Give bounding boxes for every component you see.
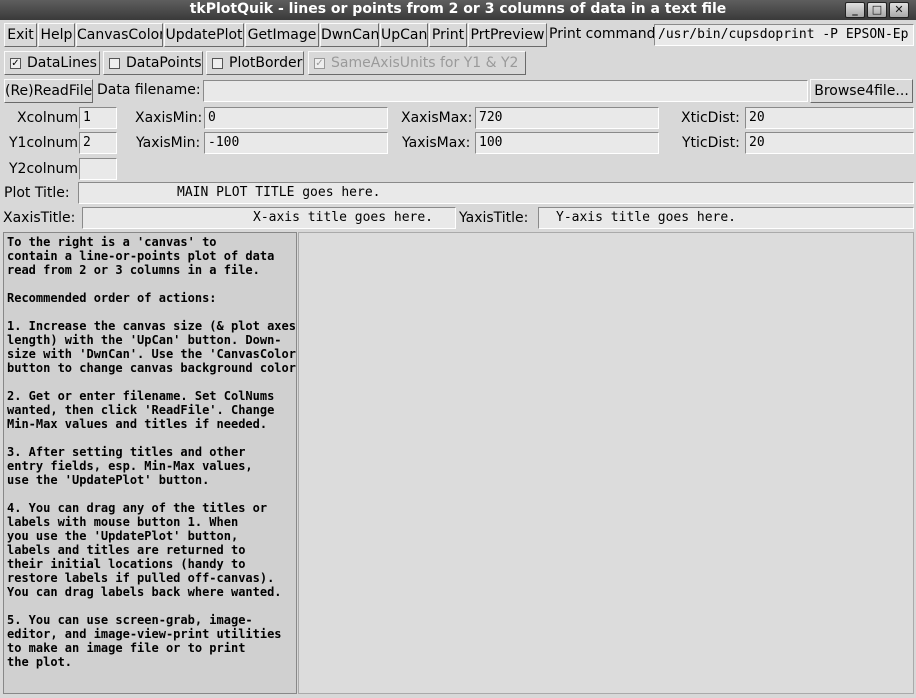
yaxismax-label: YaxisMax: xyxy=(402,135,471,151)
xcolnum-field[interactable]: 1 xyxy=(79,107,117,129)
print-button[interactable]: Print xyxy=(429,23,467,47)
get-image-button[interactable]: GetImage xyxy=(245,23,319,47)
maximize-button[interactable]: □ xyxy=(867,2,887,18)
datalines-checkbox[interactable]: ✓ DataLines xyxy=(4,51,100,75)
yaxismin-field[interactable]: -100 xyxy=(204,132,388,154)
close-button[interactable]: ✕ xyxy=(889,2,909,18)
y2colnum-field[interactable] xyxy=(79,158,117,180)
window-titlebar[interactable]: tkPlotQuik - lines or points from 2 or 3… xyxy=(0,0,916,20)
y2colnum-label: Y2colnum: xyxy=(9,161,83,177)
datapoints-checkbox[interactable]: DataPoints xyxy=(103,51,203,75)
read-file-button[interactable]: (Re)ReadFile xyxy=(4,79,93,103)
exit-button[interactable]: Exit xyxy=(4,23,37,47)
dwn-can-button[interactable]: DwnCan xyxy=(320,23,379,47)
datapoints-check-icon xyxy=(109,58,120,69)
yticdist-field[interactable]: 20 xyxy=(745,132,914,154)
plotborder-checkbox[interactable]: PlotBorder xyxy=(206,51,304,75)
help-button[interactable]: Help xyxy=(38,23,75,47)
yaxis-title-label: YaxisTitle: xyxy=(459,210,529,226)
prt-preview-button[interactable]: PrtPreview xyxy=(468,23,547,47)
same-axis-check-icon: ✓ xyxy=(314,58,325,69)
data-filename-field[interactable] xyxy=(203,80,808,102)
datalines-label: DataLines xyxy=(27,55,97,71)
minimize-button[interactable]: _ xyxy=(845,2,865,18)
xaxismax-label: XaxisMax: xyxy=(401,110,473,126)
y1colnum-field[interactable]: 2 xyxy=(79,132,117,154)
xaxismin-field[interactable]: 0 xyxy=(204,107,388,129)
update-plot-button[interactable]: UpdatePlot xyxy=(164,23,244,47)
y1colnum-label: Y1colnum: xyxy=(9,135,83,151)
plotborder-label: PlotBorder xyxy=(229,55,303,71)
xaxis-title-label: XaxisTitle: xyxy=(3,210,76,226)
xcolnum-label: Xcolnum: xyxy=(17,110,83,126)
plot-title-field[interactable]: MAIN PLOT TITLE goes here. xyxy=(78,182,914,204)
plotborder-check-icon xyxy=(212,58,223,69)
data-filename-label: Data filename: xyxy=(97,82,201,98)
xticdist-label: XticDist: xyxy=(681,110,740,126)
xaxis-title-field[interactable]: X-axis title goes here. xyxy=(82,207,456,229)
yaxismin-label: YaxisMin: xyxy=(136,135,201,151)
plot-title-label: Plot Title: xyxy=(4,185,70,201)
yticdist-label: YticDist: xyxy=(682,135,740,151)
same-axis-units-checkbox[interactable]: ✓ SameAxisUnits for Y1 & Y2 xyxy=(308,51,526,75)
print-command-field[interactable]: /usr/bin/cupsdoprint -P EPSON-Ep xyxy=(654,24,914,46)
up-can-button[interactable]: UpCan xyxy=(380,23,428,47)
yaxismax-field[interactable]: 100 xyxy=(475,132,659,154)
plot-canvas[interactable] xyxy=(298,232,914,694)
canvas-color-button[interactable]: CanvasColor xyxy=(76,23,163,47)
datapoints-label: DataPoints xyxy=(126,55,202,71)
yaxis-title-field[interactable]: Y-axis title goes here. xyxy=(538,207,914,229)
window-title: tkPlotQuik - lines or points from 2 or 3… xyxy=(189,1,727,17)
help-text-panel[interactable]: To the right is a 'canvas' to contain a … xyxy=(3,232,297,694)
same-axis-label: SameAxisUnits for Y1 & Y2 xyxy=(331,55,519,71)
xaxismin-label: XaxisMin: xyxy=(135,110,203,126)
browse-file-button[interactable]: Browse4file... xyxy=(810,79,913,103)
print-command-label: Print command: xyxy=(549,26,661,42)
xaxismax-field[interactable]: 720 xyxy=(475,107,659,129)
xticdist-field[interactable]: 20 xyxy=(745,107,914,129)
datalines-check-icon: ✓ xyxy=(10,58,21,69)
